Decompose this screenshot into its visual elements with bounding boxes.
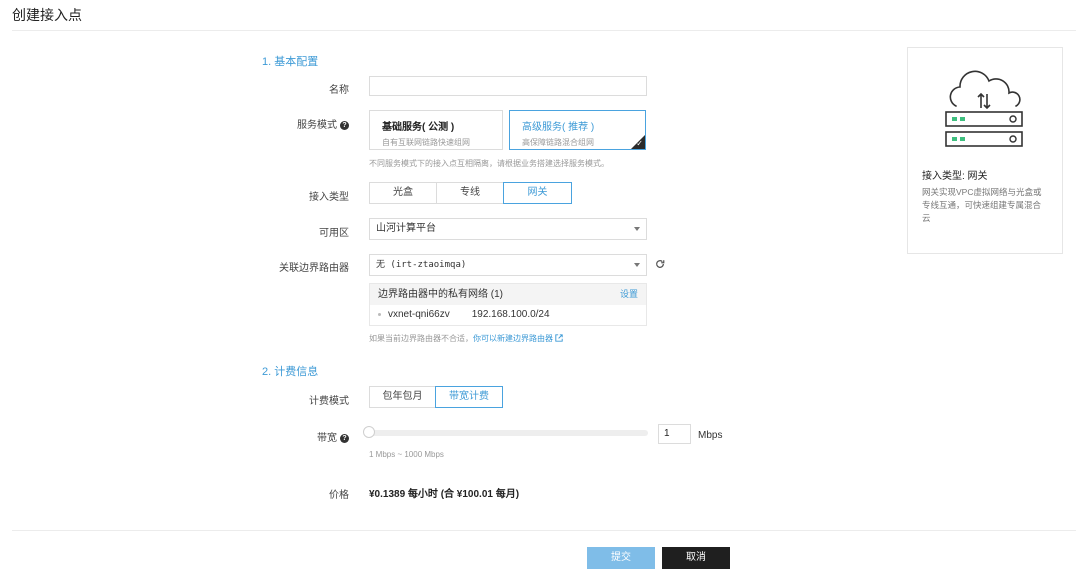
access-type-label: 接入类型 (309, 192, 349, 203)
network-id: vxnet-qni66zv (388, 309, 450, 320)
private-networks-panel: 边界路由器中的私有网络 (1) 设置 vxnet-qni66zv 192.168.… (369, 283, 647, 326)
service-option-advanced-title: 高级服务( 推荐 ) (522, 122, 595, 133)
billing-mode-label: 计费模式 (309, 396, 349, 407)
bullet-icon (378, 312, 381, 316)
bandwidth-slider-handle[interactable] (363, 426, 375, 438)
access-type-option-gateway[interactable]: 网关 (503, 182, 572, 204)
service-option-basic[interactable]: 基础服务( 公测 ) 自有互联网链路快速组网 (369, 110, 503, 150)
bandwidth-range-hint: 1 Mbps ~ 1000 Mbps (369, 450, 444, 459)
private-networks-header: 边界路由器中的私有网络 (1) 设置 (370, 284, 646, 305)
name-input[interactable] (369, 76, 647, 96)
service-mode-label-text: 服务模式 (297, 120, 337, 131)
private-networks-title: 边界路由器中的私有网络 (1) (378, 289, 503, 300)
page-title: 创建接入点 (12, 7, 82, 23)
service-option-advanced[interactable]: 高级服务( 推荐 ) 高保障链路混合组网 ✓ (509, 110, 646, 150)
list-item: vxnet-qni66zv 192.168.100.0/24 (370, 305, 646, 325)
service-option-advanced-desc: 高保障链路混合组网 (522, 138, 594, 147)
border-router-hint-text: 如果当前边界路由器不合适， (369, 334, 473, 343)
external-link-icon[interactable] (555, 334, 563, 342)
billing-option-monthly[interactable]: 包年包月 (369, 386, 436, 408)
footer-divider (12, 530, 1076, 531)
name-label: 名称 (329, 85, 349, 96)
network-settings-link[interactable]: 设置 (620, 284, 638, 305)
access-type-option-box[interactable]: 光盒 (369, 182, 437, 204)
section-basic-config-title: 1. 基本配置 (262, 56, 319, 68)
section-billing-title: 2. 计费信息 (262, 366, 319, 378)
access-type-option-line[interactable]: 专线 (436, 182, 504, 204)
check-icon: ✓ (636, 139, 643, 148)
help-icon[interactable]: ? (340, 120, 349, 130)
service-option-basic-desc: 自有互联网链路快速组网 (382, 138, 470, 147)
submit-button[interactable]: 提交 (587, 547, 655, 569)
bandwidth-label-text: 带宽 (317, 433, 337, 444)
refresh-icon[interactable] (655, 259, 665, 269)
zone-select[interactable]: 山河计算平台 (369, 218, 647, 240)
border-router-select[interactable]: 无 (irt-ztaoimqa) (369, 254, 647, 276)
side-panel-title: 接入类型: 网关 (922, 171, 988, 182)
zone-select-value: 山河计算平台 (376, 223, 436, 234)
price-value: ¥0.1389 每小时 (合 ¥100.01 每月) (369, 489, 520, 500)
border-router-hint: 如果当前边界路由器不合适，你可以新建边界路由器 (369, 333, 563, 344)
price-label: 价格 (329, 490, 349, 501)
chevron-down-icon (634, 227, 640, 231)
bandwidth-label: 带宽? (259, 429, 349, 444)
bandwidth-input[interactable]: 1 (658, 424, 691, 444)
new-border-router-link[interactable]: 你可以新建边界路由器 (473, 334, 553, 343)
billing-mode-segment: 包年包月 带宽计费 (369, 386, 503, 408)
chevron-down-icon (634, 263, 640, 267)
border-router-label: 关联边界路由器 (279, 263, 349, 274)
bandwidth-slider-track[interactable] (369, 430, 648, 436)
zone-label: 可用区 (319, 228, 349, 239)
billing-option-bandwidth[interactable]: 带宽计费 (435, 386, 503, 408)
service-option-basic-title: 基础服务( 公测 ) (382, 122, 455, 133)
service-mode-hint: 不同服务模式下的接入点互相隔离，请根据业务搭建选择服务模式。 (369, 159, 609, 168)
service-mode-label: 服务模式? (259, 116, 349, 131)
side-panel-description: 网关实现VPC虚拟网络与光盒或专线互通，可快速组建专属混合云 (922, 187, 1042, 223)
cloud-server-icon (945, 70, 1023, 147)
border-router-select-value: 无 (irt-ztaoimqa) (376, 260, 467, 270)
help-icon[interactable]: ? (340, 433, 349, 443)
cancel-button[interactable]: 取消 (662, 547, 730, 569)
bandwidth-unit: Mbps (698, 430, 723, 441)
access-type-segment: 光盒 专线 网关 (369, 182, 572, 204)
header-divider (12, 30, 1076, 31)
network-cidr: 192.168.100.0/24 (471, 309, 550, 320)
